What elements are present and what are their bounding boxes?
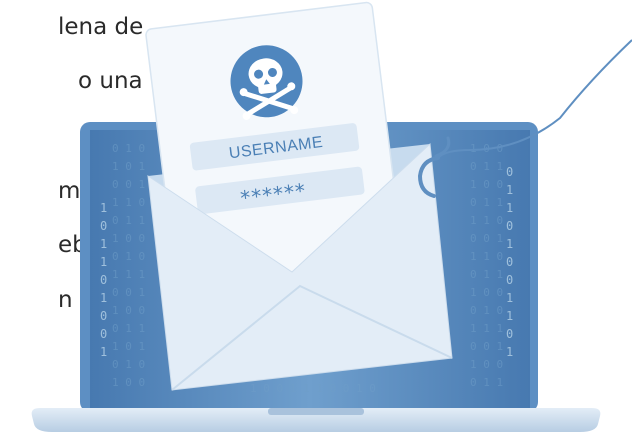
svg-text:0: 0	[506, 219, 513, 233]
svg-text:0 1 1: 0 1 1	[112, 322, 145, 335]
phishing-illustration: 0 1 0 1 0 1 0 0 1 1 1 0 0 1 1 1 0 0 0 1 …	[31, 1, 632, 432]
svg-text:0: 0	[100, 309, 107, 323]
svg-text:0: 0	[100, 273, 107, 287]
svg-text:1 1 0: 1 1 0	[112, 196, 145, 209]
svg-text:1: 1	[506, 309, 513, 323]
svg-text:1: 1	[100, 237, 107, 251]
svg-text:1 0 0: 1 0 0	[112, 232, 145, 245]
svg-text:1: 1	[100, 291, 107, 305]
svg-text:1 1 0: 1 1 0	[470, 214, 503, 227]
svg-text:1: 1	[506, 291, 513, 305]
svg-text:1 0 0: 1 0 0	[470, 178, 503, 191]
svg-text:0 1 0: 0 1 0	[112, 142, 145, 155]
svg-text:1 1 1: 1 1 1	[112, 268, 145, 281]
svg-text:1 1 0: 1 1 0	[470, 250, 503, 263]
svg-text:0 0 1: 0 0 1	[112, 286, 145, 299]
svg-text:1: 1	[100, 255, 107, 269]
svg-text:0 1 1: 0 1 1	[470, 160, 503, 173]
svg-text:1 0 1: 1 0 1	[112, 340, 145, 353]
svg-text:0: 0	[506, 273, 513, 287]
svg-text:1 1 1: 1 1 1	[470, 322, 503, 335]
svg-text:1: 1	[100, 201, 107, 215]
svg-text:1: 1	[506, 237, 513, 251]
svg-text:0: 0	[100, 219, 107, 233]
svg-text:1: 1	[506, 183, 513, 197]
svg-text:1: 1	[506, 345, 513, 359]
svg-text:0 1 1: 0 1 1	[112, 214, 145, 227]
svg-text:1 0 0 1 1 1 0 0 1 0: 1 0 0 1 1 1 0 0 1 0	[250, 382, 376, 395]
svg-text:0 1 1: 0 1 1	[470, 196, 503, 209]
svg-text:1 0 0: 1 0 0	[470, 358, 503, 371]
svg-text:0 0 1: 0 0 1	[112, 178, 145, 191]
svg-text:0 0 1: 0 0 1	[470, 340, 503, 353]
svg-text:0 1 0: 0 1 0	[470, 304, 503, 317]
svg-text:1 0 0: 1 0 0	[112, 304, 145, 317]
svg-text:1: 1	[506, 201, 513, 215]
svg-text:0: 0	[100, 327, 107, 341]
laptop-notch	[268, 408, 364, 415]
svg-text:0: 0	[506, 327, 513, 341]
svg-text:0 0 1: 0 0 1	[470, 232, 503, 245]
svg-text:0: 0	[506, 165, 513, 179]
svg-text:0 1 1: 0 1 1	[470, 376, 503, 389]
svg-text:0: 0	[506, 255, 513, 269]
svg-text:0 1 0: 0 1 0	[112, 358, 145, 371]
svg-text:0 1 0: 0 1 0	[112, 250, 145, 263]
svg-text:1 0 1: 1 0 1	[112, 160, 145, 173]
svg-text:1: 1	[100, 345, 107, 359]
svg-text:0 1 1: 0 1 1	[470, 268, 503, 281]
svg-text:1 0 0: 1 0 0	[112, 376, 145, 389]
svg-text:1 0 0: 1 0 0	[470, 286, 503, 299]
